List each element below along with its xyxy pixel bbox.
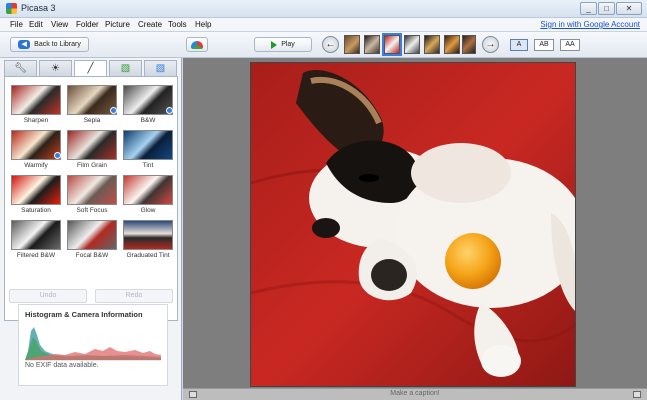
effect-bw[interactable]: B&W	[122, 85, 174, 127]
photo-viewer	[183, 58, 647, 388]
caption-size-aa-button[interactable]: AA	[560, 39, 580, 51]
caption-bar: Make a caption!	[183, 388, 647, 400]
effect-label: Tint	[142, 162, 154, 169]
effect-thumb	[123, 220, 173, 250]
effect-label: Focal B&W	[75, 252, 109, 259]
effect-soft-focus[interactable]: Soft Focus	[66, 175, 118, 217]
window-title: Picasa 3	[21, 3, 56, 13]
maximize-button[interactable]: □	[598, 2, 615, 15]
effect-sharpen[interactable]: Sharpen	[10, 85, 62, 127]
picasa-logo-icon	[6, 3, 17, 14]
brush-icon: ╱	[87, 63, 94, 74]
tab-more-effects-1[interactable]: ▧	[109, 60, 142, 76]
effect-label: Saturation	[21, 207, 51, 214]
toolbar: ◀ Back to Library Play ← → A AB AA	[0, 32, 647, 58]
effect-thumb	[123, 175, 173, 205]
effect-warmify[interactable]: Warmify	[10, 130, 62, 172]
edit-effects-button[interactable]	[186, 37, 208, 52]
tab-tuning[interactable]: ☀	[39, 60, 72, 76]
caption-input[interactable]: Make a caption!	[183, 390, 647, 397]
next-photo-button[interactable]: →	[482, 36, 499, 53]
exif-info: No EXIF data available.	[25, 362, 99, 369]
effect-thumb	[11, 85, 61, 115]
effect-saturation[interactable]: Saturation	[10, 175, 62, 217]
applied-badge-icon	[110, 107, 117, 114]
applied-badge-icon	[54, 152, 61, 159]
effect-label: Glow	[140, 207, 156, 214]
title-bar: Picasa 3 _ □ ✕	[0, 0, 647, 18]
caption-size-ab-button[interactable]: AB	[534, 39, 554, 51]
filmstrip-thumb[interactable]	[444, 35, 460, 54]
histogram-graph	[25, 327, 161, 361]
play-icon	[271, 40, 278, 49]
menu-bar: File Edit View Folder Picture Create Too…	[0, 18, 647, 32]
menu-folder[interactable]: Folder	[76, 20, 99, 29]
effect-glow[interactable]: Glow	[122, 175, 174, 217]
effect-film-grain[interactable]: Film Grain	[66, 130, 118, 172]
effect-focal-bw[interactable]: Focal B&W	[66, 220, 118, 262]
blue-brush-icon: ▧	[155, 63, 166, 74]
effect-label: Warmify	[24, 162, 48, 169]
effect-thumb	[67, 130, 117, 160]
minimize-button[interactable]: _	[580, 2, 597, 15]
caption-size-a-button[interactable]: A	[510, 39, 528, 51]
effect-sepia[interactable]: Sepia	[66, 85, 118, 127]
play-slideshow-button[interactable]: Play	[254, 37, 312, 52]
menu-create[interactable]: Create	[138, 20, 162, 29]
effect-label: Sepia	[83, 117, 101, 124]
edit-tabs: 🔧︎ ☀ ╱ ▧ ▧	[4, 60, 178, 77]
filmstrip-thumb[interactable]	[424, 35, 440, 54]
sign-in-link[interactable]: Sign in with Google Account	[540, 20, 640, 29]
effects-grid: Sharpen Sepia B&W Warmify Film Grain Tin…	[4, 76, 178, 321]
effect-label: Film Grain	[77, 162, 107, 169]
previous-photo-button[interactable]: ←	[322, 36, 339, 53]
edit-panel: 🔧︎ ☀ ╱ ▧ ▧ Sharpen Sepia B&W Warmify Fil…	[0, 58, 182, 400]
effect-filtered-bw[interactable]: Filtered B&W	[10, 220, 62, 262]
menu-help[interactable]: Help	[195, 20, 211, 29]
tab-more-effects-2[interactable]: ▧	[144, 60, 177, 76]
tab-basic-fixes[interactable]: 🔧︎	[4, 60, 37, 76]
caption-right-icon[interactable]	[633, 391, 641, 398]
menu-view[interactable]: View	[51, 20, 68, 29]
back-to-library-button[interactable]: ◀ Back to Library	[10, 37, 89, 52]
filmstrip-thumb[interactable]	[344, 35, 360, 54]
effect-label: Soft Focus	[76, 207, 108, 214]
effect-tint[interactable]: Tint	[122, 130, 174, 172]
menu-edit[interactable]: Edit	[29, 20, 43, 29]
filmstrip-thumb[interactable]	[364, 35, 380, 54]
undo-button[interactable]: Undo	[9, 289, 87, 303]
menu-tools[interactable]: Tools	[168, 20, 187, 29]
effect-label: Graduated Tint	[126, 252, 170, 259]
menu-file[interactable]: File	[10, 20, 23, 29]
menu-picture[interactable]: Picture	[105, 20, 130, 29]
color-arc-icon	[191, 40, 203, 49]
histogram-panel: Histogram & Camera Information No EXIF d…	[18, 304, 168, 386]
effect-thumb	[11, 175, 61, 205]
redo-button[interactable]: Redo	[95, 289, 173, 303]
close-button[interactable]: ✕	[616, 2, 642, 15]
applied-badge-icon	[166, 107, 173, 114]
wrench-icon: 🔧︎	[14, 63, 27, 74]
effect-thumb	[67, 175, 117, 205]
filmstrip-thumb-selected[interactable]	[382, 33, 402, 56]
effect-label: Filtered B&W	[16, 252, 56, 259]
effect-label: B&W	[140, 117, 156, 124]
play-label: Play	[281, 41, 295, 48]
dog-photo-image	[251, 63, 575, 386]
effect-thumb	[123, 130, 173, 160]
filmstrip-thumb[interactable]	[462, 35, 476, 54]
main-photo[interactable]	[250, 62, 576, 387]
back-arrow-icon: ◀	[18, 40, 31, 49]
effect-thumb	[11, 220, 61, 250]
effect-thumb	[67, 220, 117, 250]
tab-effects[interactable]: ╱	[74, 60, 107, 77]
sun-icon: ☀	[51, 63, 60, 74]
histogram-title: Histogram & Camera Information	[25, 310, 143, 319]
green-brush-icon: ▧	[120, 63, 131, 74]
filmstrip-thumb[interactable]	[404, 35, 420, 54]
back-to-library-label: Back to Library	[34, 41, 81, 48]
effect-graduated-tint[interactable]: Graduated Tint	[122, 220, 174, 262]
effect-label: Sharpen	[23, 117, 49, 124]
